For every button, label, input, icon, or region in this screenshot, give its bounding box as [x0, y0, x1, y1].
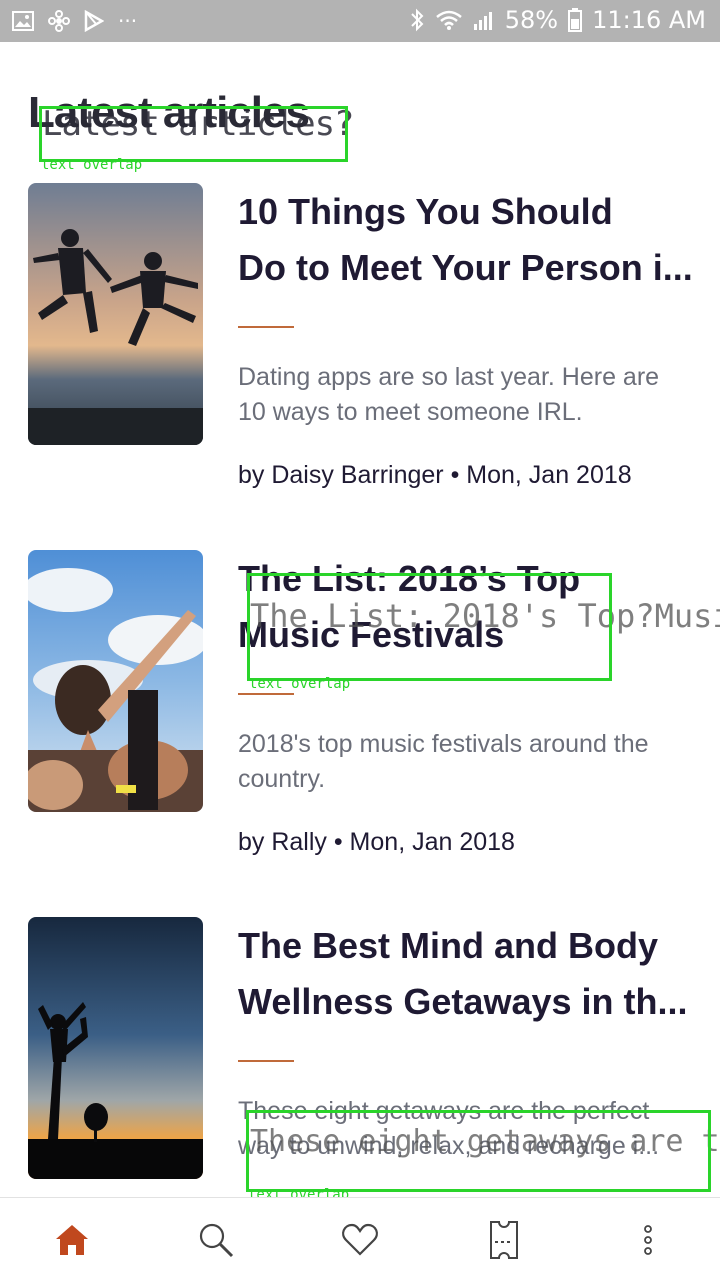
search-icon: [199, 1223, 234, 1257]
yoga-sunset-image: [28, 917, 203, 1179]
article-title-line1: The Best Mind and Body: [238, 925, 659, 966]
battery-icon: [568, 8, 583, 32]
status-bar-left: ···: [12, 9, 137, 33]
bluetooth-icon: [409, 8, 425, 32]
title-divider: [238, 326, 294, 328]
signal-icon: [473, 9, 495, 31]
clock: 11:16 AM: [592, 6, 706, 34]
festival-crowd-image: [28, 550, 203, 812]
nav-tickets-button[interactable]: [468, 1204, 540, 1276]
article-title-line1: 10 Things You Should: [238, 191, 613, 232]
article-summary: Dating apps are so last year. Here are 1…: [238, 363, 660, 426]
more-icon: [644, 1224, 652, 1255]
title-divider: [238, 693, 294, 695]
status-bar-right: 58% 11:16 AM: [409, 6, 706, 34]
title-divider: [238, 1060, 294, 1062]
article-title[interactable]: 10 Things You Should Do to Meet Your Per…: [238, 184, 698, 296]
article-thumbnail[interactable]: [28, 917, 203, 1179]
wifi-icon: [435, 9, 463, 31]
article-thumbnail[interactable]: [28, 183, 203, 445]
overlap-label: text overlap: [249, 676, 351, 692]
home-icon: [56, 1224, 88, 1255]
nav-more-button[interactable]: [612, 1204, 684, 1276]
nav-search-button[interactable]: [180, 1204, 252, 1276]
overlap-box: [39, 106, 348, 162]
jumping-couple-image: [28, 183, 203, 445]
ticket-icon: [490, 1220, 518, 1259]
nav-home-button[interactable]: [36, 1204, 108, 1276]
heart-icon: [342, 1223, 378, 1256]
article-summary: 2018's top music festivals around the co…: [238, 730, 649, 793]
more-notifications: ···: [118, 9, 138, 33]
article-title-line2: Do to Meet Your Person i...: [238, 247, 693, 288]
pinwheel-icon: [48, 10, 70, 32]
article-byline: by Daisy Barringer • Mon, Jan 2018: [238, 461, 632, 489]
gallery-icon: [12, 11, 34, 31]
article-title[interactable]: The Best Mind and Body Wellness Getaways…: [238, 918, 698, 1030]
bottom-navigation: [0, 1197, 720, 1281]
article-byline: by Rally • Mon, Jan 2018: [238, 828, 515, 856]
play-store-icon: [84, 10, 104, 32]
article-title-line2: Wellness Getaways in th...: [238, 981, 688, 1022]
battery-percent: 58%: [504, 6, 559, 34]
overlap-label: text overlap: [41, 157, 143, 173]
overlap-box: [246, 1110, 711, 1192]
status-bar: ··· 58% 11:16 AM: [0, 0, 720, 42]
overlap-box: [247, 573, 612, 681]
article-thumbnail[interactable]: [28, 550, 203, 812]
nav-likes-button[interactable]: [324, 1204, 396, 1276]
